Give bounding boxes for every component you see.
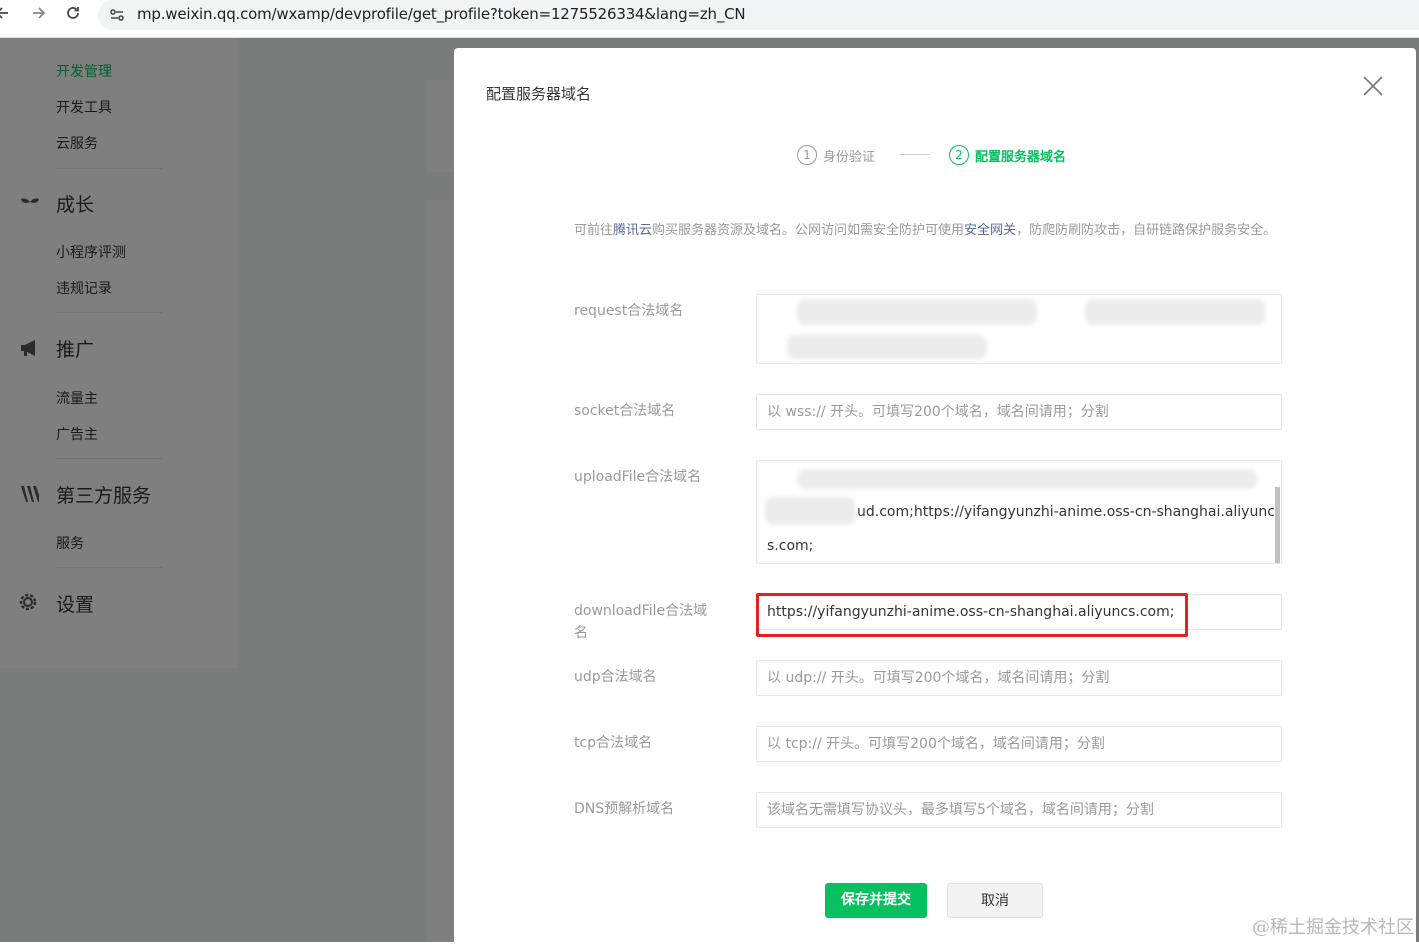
dns-prefetch-input[interactable]: 该域名无需填写协议头，最多填写5个域名，域名间请用；分割 (756, 792, 1282, 828)
dns-prefetch-label: DNS预解析域名 (574, 801, 675, 817)
textarea-scrollbar[interactable] (1275, 487, 1280, 563)
close-icon[interactable] (1362, 75, 1384, 97)
back-icon[interactable] (0, 4, 16, 26)
tcp-domain-input[interactable]: 以 tcp:// 开头。可填写200个域名，域名间请用；分割 (756, 726, 1282, 762)
configure-domain-dialog: 配置服务器域名 1 身份验证 2 配置服务器域名 可前往腾讯云购买服务器资源及域… (454, 48, 1416, 948)
redacted-text (797, 299, 1037, 325)
save-submit-button[interactable]: 保存并提交 (825, 883, 927, 918)
redacted-text (787, 335, 987, 359)
step-number: 1 (797, 145, 817, 165)
socket-domain-label: socket合法域名 (574, 403, 676, 419)
uploadfile-value-line2: s.com; (767, 538, 814, 554)
highlight-box (756, 593, 1188, 637)
request-domain-textarea[interactable] (756, 294, 1282, 364)
uploadfile-domain-textarea[interactable]: ud.com;https://yifangyunzhi-anime.oss-cn… (756, 460, 1282, 564)
uploadfile-value-line1: ud.com;https://yifangyunzhi-anime.oss-cn… (857, 504, 1275, 520)
watermark: @稀土掘金技术社区 (1252, 917, 1414, 938)
dialog-title: 配置服务器域名 (486, 85, 592, 103)
step-configure-domain: 2 配置服务器域名 (949, 145, 1066, 165)
forward-icon[interactable] (30, 4, 52, 26)
reload-icon[interactable] (64, 4, 86, 26)
redacted-text (765, 497, 855, 525)
step-identity-verify: 1 身份验证 (797, 145, 875, 165)
tip-suffix: ，防爬防刷防攻击，自研链路保护服务安全。 (1016, 223, 1277, 238)
uploadfile-domain-label: uploadFile合法域名 (574, 469, 702, 485)
tencent-cloud-link[interactable]: 腾讯云 (613, 223, 652, 238)
step-label: 配置服务器域名 (975, 149, 1067, 165)
tip-prefix: 可前往 (574, 223, 614, 238)
redacted-text (797, 469, 1257, 489)
tip-middle: 购买服务器资源及域名。公网访问如需安全防护可使用 (652, 223, 965, 238)
site-info-icon[interactable] (108, 6, 126, 24)
step-label: 身份验证 (823, 149, 876, 165)
redacted-text (1085, 299, 1265, 325)
downloadfile-domain-label: downloadFile合法域名 (574, 603, 708, 641)
request-domain-label: request合法域名 (574, 303, 684, 319)
step-number: 2 (949, 145, 969, 165)
security-gateway-link[interactable]: 安全网关 (964, 223, 1016, 238)
browser-toolbar: mp.weixin.qq.com/wxamp/devprofile/get_pr… (0, 0, 1419, 38)
url-text: mp.weixin.qq.com/wxamp/devprofile/get_pr… (137, 5, 746, 23)
udp-domain-label: udp合法域名 (574, 669, 657, 685)
tcp-domain-label: tcp合法域名 (574, 735, 653, 751)
udp-domain-input[interactable]: 以 udp:// 开头。可填写200个域名，域名间请用；分割 (756, 660, 1282, 696)
cancel-button[interactable]: 取消 (947, 883, 1043, 918)
step-connector (900, 154, 930, 155)
socket-domain-input[interactable]: 以 wss:// 开头。可填写200个域名，域名间请用；分割 (756, 394, 1282, 430)
info-tip: 可前往腾讯云购买服务器资源及域名。公网访问如需安全防护可使用安全网关，防爬防刷防… (574, 220, 1294, 242)
